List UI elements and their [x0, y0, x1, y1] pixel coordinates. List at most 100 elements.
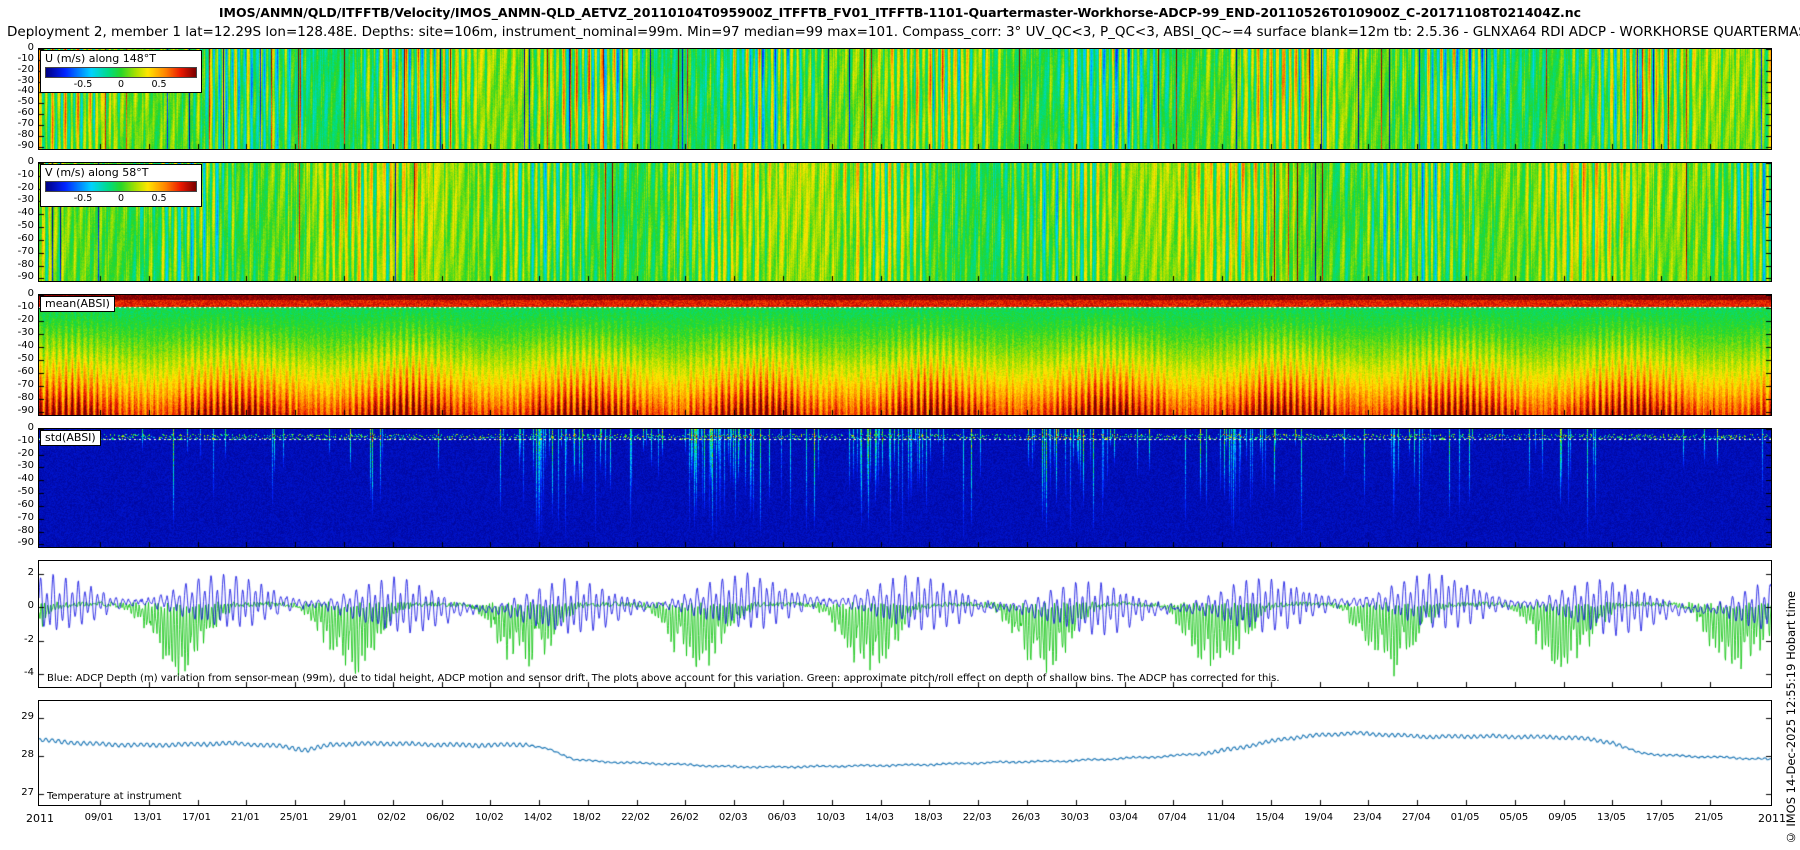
- x-tick-label: 02/02: [377, 812, 406, 823]
- y-tick-label: -70: [2, 512, 34, 523]
- y-tick-label: -60: [2, 366, 34, 377]
- v-velocity-legend: V (m/s) along 58°T -0.5 0 0.5: [40, 164, 202, 207]
- depth-variation-lines: [39, 561, 1771, 687]
- u-colorbar: [45, 67, 197, 78]
- mean-absi-heatmap: [39, 295, 1771, 415]
- x-tick-label: 23/04: [1353, 812, 1382, 823]
- y-tick-label: -20: [2, 314, 34, 325]
- y-tick-label: 2: [2, 567, 34, 578]
- figure-title: IMOS/ANMN/QLD/ITFFTB/Velocity/IMOS_ANMN-…: [0, 5, 1800, 20]
- x-tick-label: 10/03: [816, 812, 845, 823]
- y-tick-label: -20: [2, 448, 34, 459]
- x-tick-label: 29/01: [329, 812, 358, 823]
- x-tick-label: 21/01: [231, 812, 260, 823]
- y-tick-label: 0: [2, 156, 34, 167]
- x-tick-label: 09/05: [1548, 812, 1577, 823]
- x-tick-label: 19/04: [1304, 812, 1333, 823]
- x-tick-label: 02/03: [719, 812, 748, 823]
- x-tick-label: 10/02: [475, 812, 504, 823]
- temperature-line-plot: [39, 701, 1771, 805]
- x-tick-label: 07/04: [1158, 812, 1187, 823]
- x-axis-year-label: 2011: [1758, 812, 1786, 825]
- x-tick-label: 09/01: [85, 812, 114, 823]
- v-velocity-title: V (m/s) along 58°T: [45, 166, 197, 180]
- y-tick-label: -80: [2, 525, 34, 536]
- x-tick-label: 15/04: [1255, 812, 1284, 823]
- x-tick-label: 13/01: [133, 812, 162, 823]
- u-colorbar-ticks: -0.5 0 0.5: [45, 78, 197, 90]
- y-tick-label: -50: [2, 486, 34, 497]
- x-tick-label: 06/03: [768, 812, 797, 823]
- x-tick-label: 26/02: [670, 812, 699, 823]
- x-tick-label: 18/03: [914, 812, 943, 823]
- y-tick-label: -4: [2, 667, 34, 678]
- x-tick-label: 05/05: [1499, 812, 1528, 823]
- y-tick-label: -10: [2, 301, 34, 312]
- temperature-label: Temperature at instrument: [47, 791, 182, 802]
- panel-mean-absi: mean(ABSI): [38, 294, 1772, 416]
- x-tick-label: 03/04: [1109, 812, 1138, 823]
- x-tick-label: 30/03: [1060, 812, 1089, 823]
- y-tick-label: -30: [2, 460, 34, 471]
- depth-variation-note: Blue: ADCP Depth (m) variation from sens…: [47, 673, 1280, 684]
- x-tick-label: 14/02: [524, 812, 553, 823]
- y-tick-label: 27: [2, 787, 34, 798]
- y-tick-label: -2: [2, 634, 34, 645]
- figure-subtitle: Deployment 2, member 1 lat=12.29S lon=12…: [7, 24, 1800, 40]
- panel-u-velocity: U (m/s) along 148°T -0.5 0 0.5: [38, 48, 1772, 150]
- panel-v-velocity: V (m/s) along 58°T -0.5 0 0.5: [38, 162, 1772, 282]
- v-colorbar: [45, 181, 197, 192]
- y-tick-label: -60: [2, 233, 34, 244]
- std-absi-title: std(ABSI): [40, 430, 101, 446]
- y-tick-label: -10: [2, 435, 34, 446]
- x-axis-year-label: 2011: [26, 812, 54, 825]
- x-tick-label: 17/05: [1646, 812, 1675, 823]
- y-tick-label: 0: [2, 42, 34, 53]
- x-tick-label: 26/03: [1012, 812, 1041, 823]
- panel-depth-variation: Blue: ADCP Depth (m) variation from sens…: [38, 560, 1772, 688]
- y-tick-label: -30: [2, 194, 34, 205]
- x-tick-label: 25/01: [280, 812, 309, 823]
- x-tick-label: 11/04: [1207, 812, 1236, 823]
- u-velocity-title: U (m/s) along 148°T: [45, 52, 197, 66]
- y-tick-label: 28: [2, 749, 34, 760]
- y-tick-label: -70: [2, 118, 34, 129]
- x-tick-label: 22/02: [621, 812, 650, 823]
- y-tick-label: -80: [2, 129, 34, 140]
- y-tick-label: -60: [2, 499, 34, 510]
- y-tick-label: -90: [2, 271, 34, 282]
- x-tick-label: 01/05: [1451, 812, 1480, 823]
- y-tick-label: -10: [2, 53, 34, 64]
- y-tick-label: -60: [2, 107, 34, 118]
- colorbar-tick: 0: [118, 192, 124, 206]
- y-tick-label: -40: [2, 340, 34, 351]
- y-tick-label: -30: [2, 75, 34, 86]
- y-tick-label: -90: [2, 140, 34, 151]
- x-tick-label: 17/01: [182, 812, 211, 823]
- y-tick-label: 29: [2, 711, 34, 722]
- y-tick-label: -70: [2, 246, 34, 257]
- x-tick-label: 27/04: [1402, 812, 1431, 823]
- colorbar-tick: 0.5: [151, 192, 166, 206]
- u-velocity-heatmap: [39, 49, 1771, 149]
- y-tick-label: -20: [2, 182, 34, 193]
- y-tick-label: 0: [2, 422, 34, 433]
- std-absi-heatmap: [39, 429, 1771, 547]
- x-tick-label: 22/03: [963, 812, 992, 823]
- y-tick-label: -50: [2, 353, 34, 364]
- colorbar-tick: 0: [118, 78, 124, 92]
- copyright-note: © IMOS 14-Dec-2025 12:55:19 Hobart time: [1784, 591, 1798, 844]
- v-colorbar-ticks: -0.5 0 0.5: [45, 192, 197, 204]
- y-tick-label: 0: [2, 600, 34, 611]
- y-tick-label: -80: [2, 259, 34, 270]
- colorbar-tick: 0.5: [151, 78, 166, 92]
- adcp-diagnostics-figure: IMOS/ANMN/QLD/ITFFTB/Velocity/IMOS_ANMN-…: [0, 0, 1800, 850]
- mean-absi-title: mean(ABSI): [40, 296, 115, 312]
- y-tick-label: -10: [2, 169, 34, 180]
- y-tick-label: -50: [2, 220, 34, 231]
- y-tick-label: -50: [2, 96, 34, 107]
- v-velocity-heatmap: [39, 163, 1771, 281]
- y-tick-label: -40: [2, 85, 34, 96]
- panel-temperature: Temperature at instrument: [38, 700, 1772, 806]
- panel-std-absi: std(ABSI): [38, 428, 1772, 548]
